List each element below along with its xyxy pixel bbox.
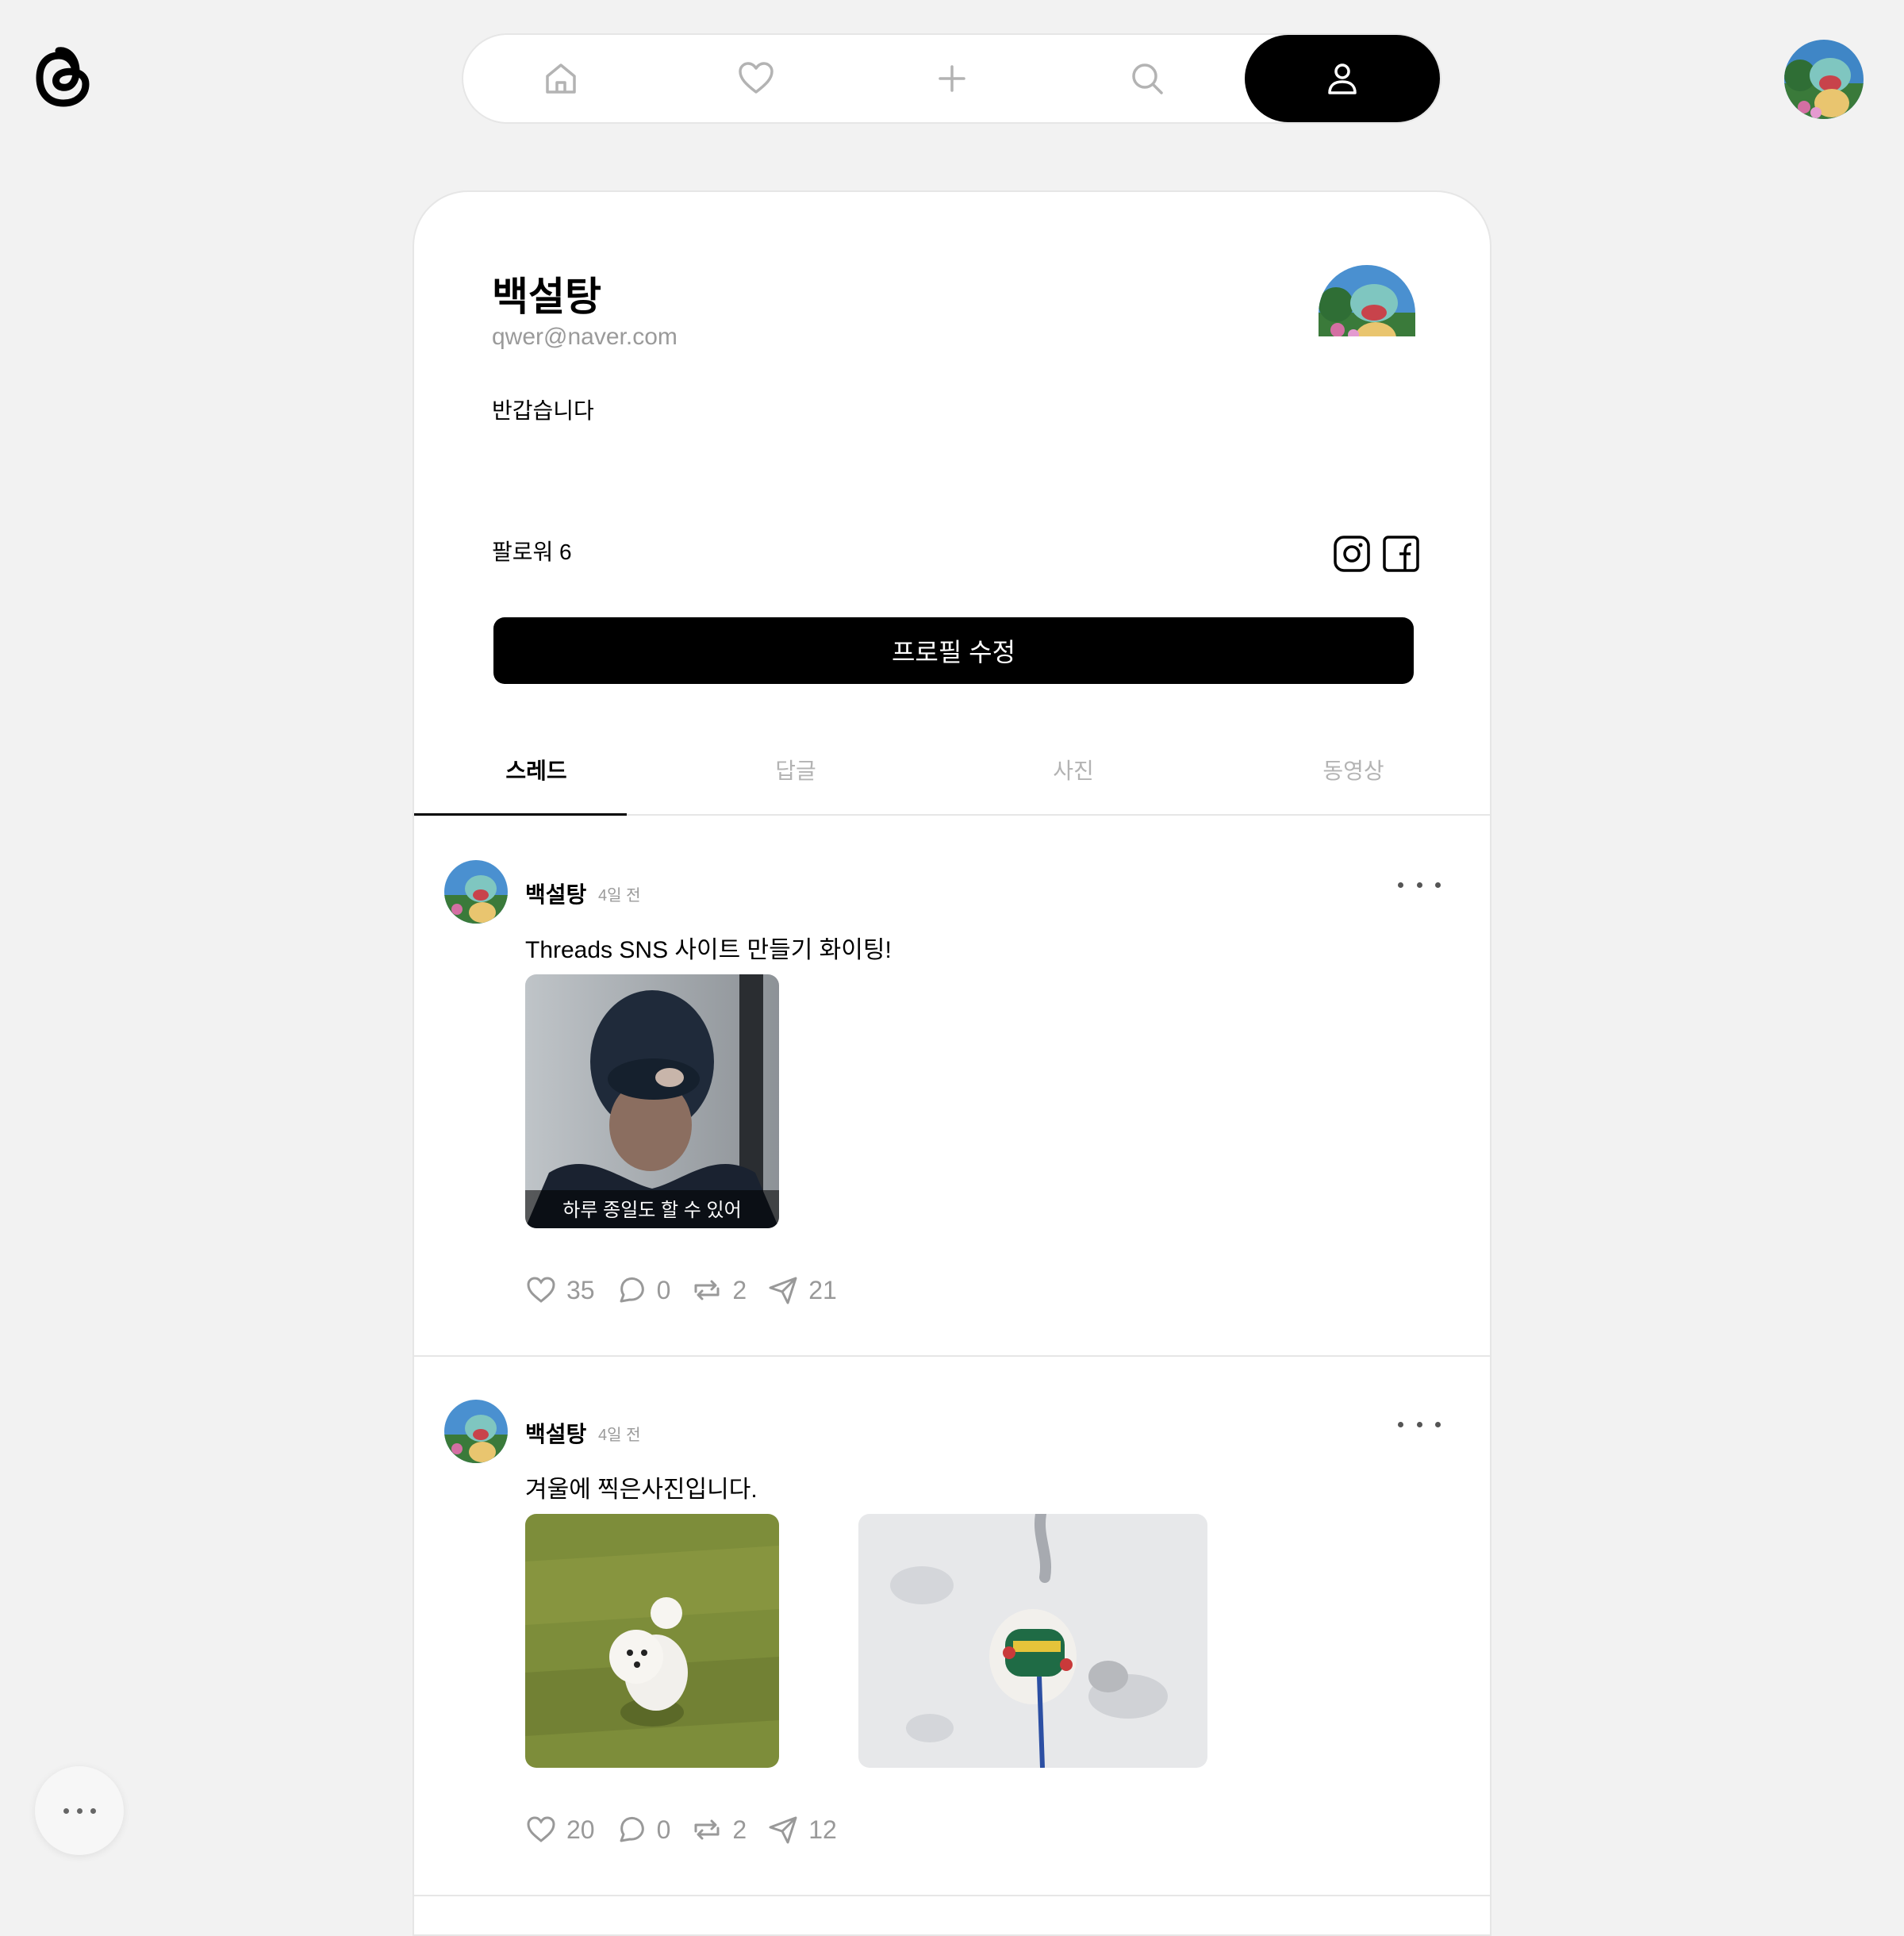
like-button[interactable]: 20 xyxy=(525,1814,595,1846)
captain-image: 하루 종일도 할 수 있어 xyxy=(525,974,779,1228)
repost-button[interactable]: 2 xyxy=(691,1274,747,1306)
squirtle-avatar-image xyxy=(1319,265,1415,336)
dot-icon xyxy=(76,1807,83,1814)
share-button[interactable]: 21 xyxy=(767,1274,837,1306)
send-icon xyxy=(769,1277,797,1304)
social-links xyxy=(1333,535,1420,573)
comment-count: 0 xyxy=(656,1275,671,1304)
top-navigation xyxy=(462,33,1441,124)
squirtle-avatar-image xyxy=(1784,40,1864,119)
profile-tabs: 스레드 답글 사진 동영상 xyxy=(414,732,1490,816)
squirtle-avatar-image xyxy=(444,1400,508,1463)
image-caption: 하루 종일도 할 수 있어 xyxy=(562,1200,741,1221)
post-author[interactable]: 백설탕 xyxy=(525,1417,586,1449)
repost-count: 2 xyxy=(732,1275,747,1304)
dot-icon xyxy=(1435,1421,1441,1427)
comment-button[interactable]: 0 xyxy=(616,1274,671,1306)
search-icon xyxy=(1131,63,1163,94)
nav-activity-button[interactable] xyxy=(658,35,854,122)
dot-icon xyxy=(1416,1421,1422,1427)
dog-in-snow-image xyxy=(858,1514,1207,1768)
share-button[interactable]: 12 xyxy=(767,1814,837,1846)
like-button[interactable]: 35 xyxy=(525,1274,595,1306)
post-actions: 35 0 2 21 xyxy=(525,1274,858,1306)
post-text: 겨울에 찍은사진입니다. xyxy=(525,1477,758,1503)
heart-icon xyxy=(527,1816,555,1842)
profile-avatar[interactable] xyxy=(1319,265,1415,336)
repost-count: 2 xyxy=(732,1815,747,1844)
dot-icon xyxy=(1416,882,1422,888)
tab-threads[interactable]: 스레드 xyxy=(414,732,658,816)
account-avatar[interactable] xyxy=(1784,40,1864,119)
nav-profile-button[interactable] xyxy=(1244,35,1441,122)
comment-icon xyxy=(620,1277,644,1303)
repost-icon xyxy=(694,1280,720,1300)
nav-create-button[interactable] xyxy=(854,35,1049,122)
like-count: 20 xyxy=(566,1815,595,1844)
comment-icon xyxy=(620,1816,644,1842)
comment-count: 0 xyxy=(656,1815,671,1844)
home-icon xyxy=(546,63,576,94)
dot-icon xyxy=(63,1807,69,1814)
heart-icon xyxy=(739,62,774,94)
floating-menu-button[interactable] xyxy=(35,1766,124,1855)
more-options-button[interactable] xyxy=(1398,1412,1441,1436)
profile-name: 백설탕 xyxy=(492,275,601,319)
profile-card: 백설탕 qwer@naver.com 반갑습니다 팔로워 6 프로필 수정 스레… xyxy=(413,190,1491,1936)
post-image[interactable] xyxy=(525,1514,779,1768)
profile-email: qwer@naver.com xyxy=(492,324,678,350)
post-image[interactable] xyxy=(858,1514,1207,1768)
post-time: 4일 전 xyxy=(598,887,641,905)
dog-on-grass-image xyxy=(525,1514,779,1768)
post-image[interactable]: 하루 종일도 할 수 있어 xyxy=(525,974,779,1228)
tab-videos[interactable]: 동영상 xyxy=(1214,732,1490,814)
heart-icon xyxy=(527,1277,555,1303)
repost-icon xyxy=(694,1819,720,1840)
nav-home-button[interactable] xyxy=(463,35,658,122)
share-count: 21 xyxy=(808,1275,837,1304)
nav-search-button[interactable] xyxy=(1050,35,1245,122)
send-icon xyxy=(769,1816,797,1844)
post-time: 4일 전 xyxy=(598,1427,641,1444)
dot-icon xyxy=(1398,1421,1403,1427)
dot-icon xyxy=(1398,882,1403,888)
post-text: Threads SNS 사이트 만들기 화이팅! xyxy=(525,937,892,963)
user-icon xyxy=(1328,63,1357,94)
dot-icon xyxy=(1435,882,1441,888)
profile-bio: 반갑습니다 xyxy=(492,398,594,423)
instagram-icon[interactable] xyxy=(1333,535,1371,573)
share-count: 12 xyxy=(808,1815,837,1844)
post-author-avatar[interactable] xyxy=(444,1400,508,1463)
threads-logo-icon[interactable] xyxy=(30,40,95,116)
post-actions: 20 0 2 12 xyxy=(525,1814,858,1846)
post-author[interactable]: 백설탕 xyxy=(525,878,586,909)
tab-replies[interactable]: 답글 xyxy=(658,732,933,814)
post-item: 백설탕 4일 전 겨울에 찍은사진입니다. 20 0 2 12 xyxy=(414,1357,1490,1896)
tab-photos[interactable]: 사진 xyxy=(933,732,1214,814)
post-author-avatar[interactable] xyxy=(444,860,508,924)
more-options-button[interactable] xyxy=(1398,873,1441,897)
squirtle-avatar-image xyxy=(444,860,508,924)
plus-icon xyxy=(938,65,965,92)
comment-button[interactable]: 0 xyxy=(616,1814,671,1846)
dot-icon xyxy=(90,1807,96,1814)
followers-count[interactable]: 팔로워 6 xyxy=(492,535,572,567)
repost-button[interactable]: 2 xyxy=(691,1814,747,1846)
edit-profile-button[interactable]: 프로필 수정 xyxy=(493,617,1414,684)
post-item: 백설탕 4일 전 Threads SNS 사이트 만들기 화이팅! 하루 종일도… xyxy=(414,817,1490,1357)
facebook-icon[interactable] xyxy=(1382,535,1420,573)
like-count: 35 xyxy=(566,1275,595,1304)
